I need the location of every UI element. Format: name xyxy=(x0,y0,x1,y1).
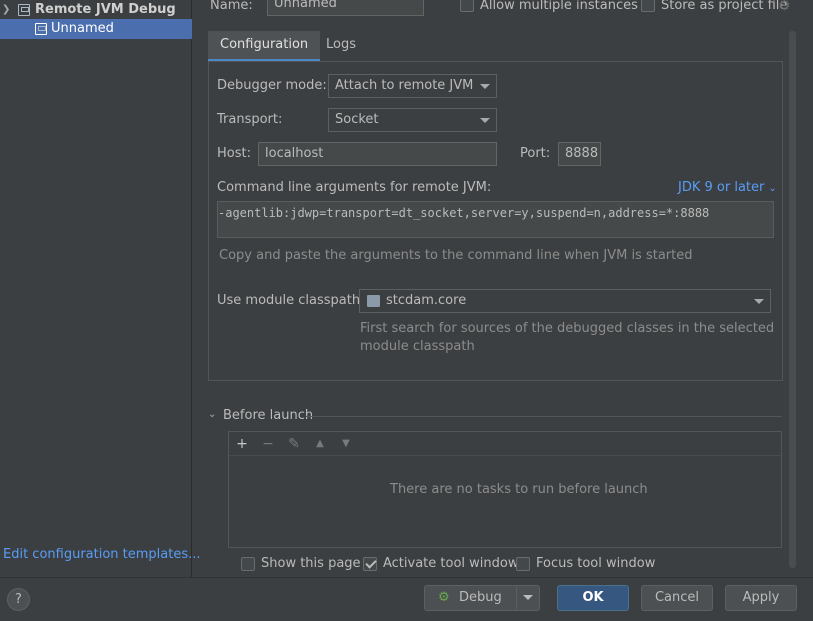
help-button[interactable]: ? xyxy=(7,588,30,611)
command-line-args-label: Command line arguments for remote JVM: xyxy=(217,180,492,195)
name-field[interactable]: Unnamed xyxy=(267,0,424,16)
debugger-mode-value: Attach to remote JVM xyxy=(335,78,474,93)
store-as-project-file-label: Store as project file xyxy=(661,0,788,13)
configurations-tree-pane: ❯ Remote JVM Debug Unnamed Edit configur… xyxy=(0,0,201,577)
tab-logs[interactable]: Logs xyxy=(314,31,368,61)
module-classpath-select[interactable]: stcdam.core xyxy=(359,289,771,313)
before-launch-title[interactable]: Before launch xyxy=(223,408,313,423)
focus-tool-window-label: Focus tool window xyxy=(536,556,656,571)
bug-icon: ⚙ xyxy=(438,590,450,605)
remote-debug-icon xyxy=(18,4,30,16)
chevron-down-icon: ⌄ xyxy=(768,183,777,194)
chevron-down-icon xyxy=(480,84,490,89)
no-tasks-message: There are no tasks to run before launch xyxy=(390,482,648,497)
ok-button[interactable]: OK xyxy=(557,585,629,611)
host-field[interactable]: localhost xyxy=(258,142,497,166)
vertical-scrollbar[interactable] xyxy=(789,31,796,568)
debugger-mode-label: Debugger mode: xyxy=(217,78,327,93)
tab-configuration[interactable]: Configuration xyxy=(208,31,321,61)
chevron-down-icon xyxy=(523,595,533,600)
jdk-version-dropdown[interactable]: JDK 9 or later ⌄ xyxy=(678,180,777,195)
chevron-down-icon xyxy=(480,118,490,123)
tree-group-label: Remote JVM Debug xyxy=(35,2,176,17)
transport-value: Socket xyxy=(335,112,379,127)
transport-label: Transport: xyxy=(217,112,283,127)
show-this-page-checkbox[interactable] xyxy=(241,557,255,571)
show-this-page-label: Show this page xyxy=(261,556,361,571)
command-line-args-field[interactable]: -agentlib:jdwp=transport=dt_socket,serve… xyxy=(217,201,774,238)
port-field[interactable]: 8888 xyxy=(558,142,601,166)
tree-item-label: Unnamed xyxy=(51,21,114,36)
tree-item-unnamed[interactable]: Unnamed xyxy=(0,19,192,39)
allow-multiple-instances-label: Allow multiple instances xyxy=(480,0,638,13)
apply-button[interactable]: Apply xyxy=(725,585,797,611)
edit-task-button[interactable]: ✎ xyxy=(285,436,303,452)
folder-icon xyxy=(367,295,380,307)
remote-debug-icon xyxy=(35,23,47,35)
module-classpath-label: Use module classpath: xyxy=(217,293,365,308)
move-up-button[interactable]: ▲ xyxy=(311,436,329,452)
module-classpath-hint-line-2: module classpath xyxy=(360,339,475,354)
command-line-hint: Copy and paste the arguments to the comm… xyxy=(219,248,693,263)
remove-task-button[interactable]: − xyxy=(259,436,277,452)
focus-tool-window-checkbox[interactable] xyxy=(516,557,530,571)
gear-icon[interactable]: ⚙ xyxy=(778,0,791,14)
jdk-version-label: JDK 9 or later xyxy=(678,180,765,195)
name-label: Name: xyxy=(210,0,253,13)
activate-tool-window-label: Activate tool window xyxy=(383,556,519,571)
store-as-project-file-checkbox[interactable] xyxy=(641,0,655,12)
move-down-button[interactable]: ▼ xyxy=(337,436,355,452)
cancel-button[interactable]: Cancel xyxy=(641,585,713,611)
chevron-down-icon[interactable]: ⌄ xyxy=(208,409,216,420)
activate-tool-window-checkbox[interactable] xyxy=(363,557,377,571)
debug-options-dropdown[interactable] xyxy=(517,585,540,611)
allow-multiple-instances-checkbox[interactable] xyxy=(460,0,474,12)
module-classpath-value: stcdam.core xyxy=(386,293,467,308)
module-classpath-hint-line-1: First search for sources of the debugged… xyxy=(360,321,775,336)
debugger-mode-select[interactable]: Attach to remote JVM xyxy=(328,74,497,98)
debug-button[interactable]: ⚙ Debug xyxy=(424,585,516,611)
chevron-down-icon[interactable]: ❯ xyxy=(2,0,12,20)
section-divider xyxy=(306,416,782,417)
add-task-button[interactable]: + xyxy=(233,436,251,452)
edit-configuration-templates-link[interactable]: Edit configuration templates... xyxy=(3,547,201,562)
chevron-down-icon xyxy=(754,299,764,304)
tree-group-remote-jvm-debug[interactable]: ❯ Remote JVM Debug xyxy=(0,0,192,20)
port-label: Port: xyxy=(520,146,551,161)
transport-select[interactable]: Socket xyxy=(328,108,497,132)
debug-button-label: Debug xyxy=(459,590,502,605)
host-label: Host: xyxy=(217,146,251,161)
